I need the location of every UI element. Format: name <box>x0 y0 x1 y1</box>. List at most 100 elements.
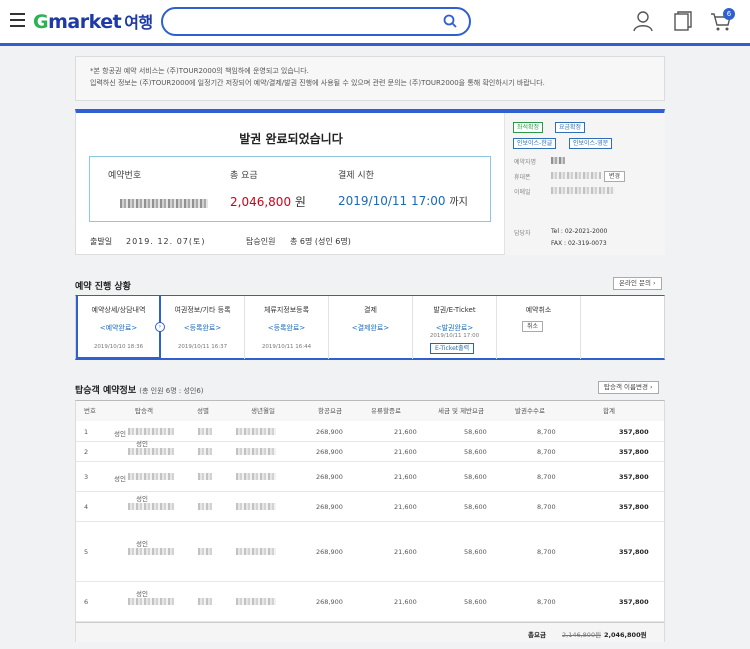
fuel-cell: 21,600 <box>394 428 417 436</box>
contact-sidebar: 좌석확정 요금확정 인보이스-한글 인보이스-영문 예약자명 휴대폰 변경 이메… <box>504 113 665 255</box>
step-title: 예약상세/상담내역 <box>91 306 146 314</box>
fuel-cell: 21,600 <box>394 473 417 481</box>
cancel-button[interactable]: 취소 <box>522 321 544 332</box>
table-row: 4 268,900 21,600 58,600 8,700 357,800 성인 <box>76 492 664 522</box>
deadline-label: 결제 시한 <box>338 171 374 181</box>
deadline-datetime: 2019/10/11 17:00 <box>338 194 446 208</box>
passenger-section-title: 탑승객 예약정보 (총 인원 6명 : 성인6) <box>75 383 204 396</box>
progress-title: 예약 진행 상황 <box>75 282 131 292</box>
invoice-english-button[interactable]: 인보이스-영문 <box>569 138 613 149</box>
step-status: <등록완료> <box>267 324 306 332</box>
col-header: 성별 <box>184 401 222 421</box>
total-cell: 357,800 <box>619 428 649 436</box>
agent-tel: Tel : 02-2021-2000 <box>551 228 608 235</box>
step-ticketing[interactable]: 발권/E-Ticket <발권완료> 2019/10/11 17:00 E-Ti… <box>413 296 497 359</box>
invoice-korean-button[interactable]: 인보이스-한글 <box>513 138 557 149</box>
fare-cell: 268,900 <box>316 548 343 556</box>
table-row: 6 268,900 21,600 58,600 8,700 357,800 성인 <box>76 582 664 622</box>
fare-cell: 268,900 <box>316 598 343 606</box>
gmarket-travel-logo[interactable]: Gmarket 여행 <box>33 9 153 33</box>
fuel-cell: 21,600 <box>394 548 417 556</box>
step-date: 2019/10/10 18:36 <box>93 344 144 350</box>
step-status: <발권완료> <box>435 324 474 332</box>
fare-amount: 2,046,800 <box>230 195 292 209</box>
top-bar: Gmarket 여행 6 <box>0 0 750 46</box>
step-title: 결제 <box>364 306 377 314</box>
step-title: 체류지정보등록 <box>263 306 310 314</box>
col-header: 합계 <box>554 401 664 421</box>
rename-passenger-label: 탑승객 이름변경 <box>604 383 648 391</box>
progress-steps: 예약상세/상담내역 <예약완료> 2019/10/10 18:36 › 여권정보… <box>75 295 665 360</box>
fare-confirmed-tag: 요금확정 <box>555 122 586 133</box>
passenger-number: 1 <box>84 428 89 436</box>
birthdate-redacted <box>236 428 276 435</box>
menu-icon[interactable] <box>10 13 25 27</box>
gender-redacted <box>198 548 212 555</box>
fare-cell: 268,900 <box>316 428 343 436</box>
fare-label: 총 요금 <box>230 171 258 181</box>
passenger-type: 성인 <box>114 475 126 483</box>
birthdate-redacted <box>236 598 276 605</box>
online-inquiry-button[interactable]: 온라인 문의 › <box>613 277 662 290</box>
recent-view-icon[interactable] <box>672 10 694 32</box>
logo-g: G <box>33 11 49 33</box>
total-final: 2,046,800원 <box>604 631 647 639</box>
passenger-name-redacted <box>128 598 174 605</box>
total-cell: 357,800 <box>619 548 649 556</box>
passenger-name-redacted <box>128 448 174 455</box>
fee-cell: 8,700 <box>537 503 556 511</box>
fuel-cell: 21,600 <box>394 503 417 511</box>
online-inquiry-label: 온라인 문의 <box>619 279 651 287</box>
eticket-print-button[interactable]: E-Ticket출력 <box>430 343 475 354</box>
pax-count: 총 6명 <box>290 237 313 246</box>
fee-cell: 8,700 <box>537 428 556 436</box>
departure-value: 2019. 12. 07(토) <box>126 237 206 246</box>
reserver-label: 예약자명 <box>514 159 537 166</box>
step-date: 2019/10/11 17:00 <box>429 333 480 339</box>
step-reservation-detail[interactable]: 예약상세/상담내역 <예약완료> 2019/10/10 18:36 <box>76 296 161 359</box>
step-passport-info[interactable]: 여권정보/기타 등록 <등록완료> 2019/10/11 16:37 <box>161 296 245 359</box>
fare-cell: 268,900 <box>316 473 343 481</box>
phone-value <box>551 172 601 181</box>
total-fare-row: 총요금 2,146,800원 2,046,800원 <box>76 622 664 642</box>
agent-fax: FAX : 02-319-0073 <box>551 240 607 247</box>
passenger-type: 성인 <box>136 590 148 598</box>
table-row: 5 268,900 21,600 58,600 8,700 357,800 성인 <box>76 522 664 582</box>
birthdate-redacted <box>236 473 276 480</box>
passenger-name-redacted <box>128 473 174 480</box>
email-value <box>551 187 615 196</box>
birthdate-redacted <box>236 503 276 510</box>
step-stay-info[interactable]: 체류지정보등록 <등록완료> 2019/10/11 16:44 <box>245 296 329 359</box>
fee-cell: 8,700 <box>537 473 556 481</box>
passenger-title: 탑승객 예약정보 <box>75 386 137 396</box>
search-icon[interactable] <box>443 14 457 28</box>
change-phone-button[interactable]: 변경 <box>604 171 626 182</box>
gender-redacted <box>198 503 212 510</box>
table-row: 2 268,900 21,600 58,600 8,700 357,800 성인 <box>76 440 664 462</box>
notice-line-1: *본 항공권 예약 서비스는 (주)TOUR2000의 책임하에 운영되고 있습… <box>90 67 309 75</box>
rename-passenger-button[interactable]: 탑승객 이름변경 › <box>598 381 659 394</box>
gender-redacted <box>198 448 212 455</box>
total-original: 2,146,800원 <box>562 631 602 639</box>
passenger-number: 3 <box>84 473 89 481</box>
passenger-type: 성인 <box>114 430 126 438</box>
step-status: <예약완료> <box>99 324 138 332</box>
passenger-type: 성인 <box>136 440 148 448</box>
fare-unit: 원 <box>294 195 306 209</box>
departure-label: 출발일 <box>90 237 113 246</box>
passenger-name-redacted <box>128 503 174 510</box>
search-input[interactable] <box>161 7 471 36</box>
tax-cell: 58,600 <box>464 448 487 456</box>
fee-cell: 8,700 <box>537 598 556 606</box>
reservation-number-value <box>120 197 208 211</box>
step-payment[interactable]: 결제 <결제완료> <box>329 296 413 359</box>
passenger-type: 성인 <box>136 540 148 548</box>
user-icon[interactable] <box>632 10 654 32</box>
notice-line-2: 입력하신 정보는 (주)TOUR2000에 일정기간 저장되어 예약/결제/발권… <box>90 79 545 87</box>
booking-summary: 발권 완료되었습니다 예약번호 총 요금 2,046,800 원 결제 시한 2… <box>75 109 665 255</box>
step-title: 발권/E-Ticket <box>433 306 476 314</box>
gender-redacted <box>198 598 212 605</box>
col-header: 항공요금 <box>304 401 356 421</box>
step-title: 예약취소 <box>525 306 552 314</box>
reserver-value <box>551 157 565 166</box>
